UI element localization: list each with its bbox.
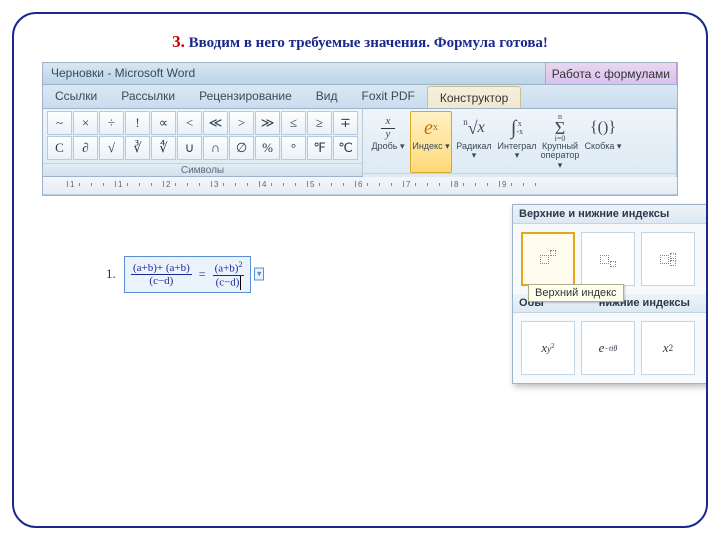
дробь-icon: xy xyxy=(373,114,403,142)
gallery-row: xy2 e−tiθ x2 xyxy=(513,313,706,383)
titlebar: Черновки - Microsoft Word Работа с форму… xyxy=(43,63,677,85)
struct-радикал[interactable]: n√xРадикал ▾ xyxy=(453,111,495,173)
ruler-label: 5 xyxy=(310,180,314,189)
gallery-item-supersub[interactable] xyxy=(641,232,695,286)
struct-скобка[interactable]: {()}Скобка ▾ xyxy=(582,111,624,173)
ribbon-group-label: Символы xyxy=(43,163,362,176)
struct-дробь[interactable]: xyДробь ▾ xyxy=(367,111,409,173)
instruction-number: 3. xyxy=(172,32,185,51)
struct-label: Дробь ▾ xyxy=(372,142,405,151)
struct-label: Скобка ▾ xyxy=(585,142,622,151)
ruler-label: 1 xyxy=(70,180,74,189)
text-cursor xyxy=(240,276,241,290)
symbol-button[interactable]: ÷ xyxy=(99,111,124,135)
symbol-button[interactable]: ∅ xyxy=(229,136,254,160)
ruler-label: 2 xyxy=(166,180,170,189)
ribbon-group-structures: xyДробь ▾exИндекс ▾n√xРадикал ▾∫x-xИнтег… xyxy=(363,109,677,176)
ribbon: ~×÷!∝<≪>≫≤≥∓ C∂√∛∜∪∩∅%°℉℃ Символы xyДробь… xyxy=(43,109,677,177)
индекс-icon: ex xyxy=(416,114,446,142)
интеграл-icon: ∫x-x xyxy=(502,114,532,142)
symbol-button[interactable]: ℉ xyxy=(307,136,332,160)
word-window: Черновки - Microsoft Word Работа с форму… xyxy=(42,62,678,196)
symbol-button[interactable]: ≫ xyxy=(255,111,280,135)
symbol-button[interactable]: ∓ xyxy=(333,111,358,135)
symbol-button[interactable]: ∂ xyxy=(73,136,98,160)
symbol-button[interactable]: C xyxy=(47,136,72,160)
contextual-tab-label: Работа с формулами xyxy=(545,63,677,84)
equation-box[interactable]: (a+b)+ (a+b) (c−d) = (a+b)2 (c−d) xyxy=(124,256,251,293)
symbol-button[interactable]: ! xyxy=(125,111,150,135)
symbol-button[interactable]: ∩ xyxy=(203,136,228,160)
gallery-item-example[interactable]: e−tiθ xyxy=(581,321,635,375)
ruler-label: 3 xyxy=(214,180,218,189)
tab-foxit pdf[interactable]: Foxit PDF xyxy=(350,85,427,108)
крупный оператор-icon: nΣi=0 xyxy=(545,114,575,142)
symbol-button[interactable]: ~ xyxy=(47,111,72,135)
struct-label: Крупный оператор ▾ xyxy=(541,142,580,170)
symbol-button[interactable]: ∝ xyxy=(151,111,176,135)
tab-вид[interactable]: Вид xyxy=(304,85,350,108)
ruler-label: 8 xyxy=(454,180,458,189)
fraction-lhs: (a+b)+ (a+b) (c−d) xyxy=(131,262,192,287)
symbol-button[interactable]: % xyxy=(255,136,280,160)
ruler-label: 1 xyxy=(118,180,122,189)
gallery-item-subscript[interactable] xyxy=(581,232,635,286)
instruction-heading: 3. Вводим в него требуемые значения. Фор… xyxy=(14,14,706,62)
symbol-button[interactable]: ∛ xyxy=(125,136,150,160)
ribbon-tabs: СсылкиРассылкиРецензированиеВидFoxit PDF… xyxy=(43,85,677,109)
ruler[interactable]: 1 1 2 3 4 5 6 7 8 9 xyxy=(43,177,677,195)
struct-label: Индекс ▾ xyxy=(412,142,449,151)
instruction-text: Вводим в него требуемые значения. Формул… xyxy=(189,35,548,51)
ruler-label: 4 xyxy=(262,180,266,189)
tab-рецензирование[interactable]: Рецензирование xyxy=(187,85,304,108)
symbol-button[interactable]: ℃ xyxy=(333,136,358,160)
symbol-button[interactable]: > xyxy=(229,111,254,135)
symbol-button[interactable]: ≥ xyxy=(307,111,332,135)
symbol-button[interactable]: ≪ xyxy=(203,111,228,135)
symbol-button[interactable]: < xyxy=(177,111,202,135)
list-number: 1. xyxy=(106,266,116,282)
struct-label: Радикал ▾ xyxy=(455,142,493,161)
скобка-icon: {()} xyxy=(588,114,618,142)
symbol-button[interactable]: ≤ xyxy=(281,111,306,135)
tab-ссылки[interactable]: Ссылки xyxy=(43,85,109,108)
tab-конструктор[interactable]: Конструктор xyxy=(427,86,521,108)
gallery-item-example[interactable]: x2 xyxy=(641,321,695,375)
tooltip: Верхний индекс xyxy=(528,284,624,302)
gallery-header: Верхние и нижние индексы xyxy=(513,205,706,224)
ruler-label: 6 xyxy=(358,180,362,189)
symbol-grid: ~×÷!∝<≪>≫≤≥∓ C∂√∛∜∪∩∅%°℉℃ xyxy=(47,111,358,163)
struct-label: Интеграл ▾ xyxy=(498,142,537,161)
gallery-item-superscript[interactable] xyxy=(521,232,575,286)
struct-крупный оператор[interactable]: nΣi=0Крупный оператор ▾ xyxy=(539,111,581,173)
symbol-button[interactable]: × xyxy=(73,111,98,135)
ribbon-group-symbols: ~×÷!∝<≪>≫≤≥∓ C∂√∛∜∪∩∅%°℉℃ Символы xyxy=(43,109,363,176)
struct-интеграл[interactable]: ∫x-xИнтеграл ▾ xyxy=(496,111,538,173)
gallery-item-example[interactable]: xy2 xyxy=(521,321,575,375)
tab-рассылки[interactable]: Рассылки xyxy=(109,85,187,108)
радикал-icon: n√x xyxy=(459,114,489,142)
ruler-label: 7 xyxy=(406,180,410,189)
symbol-button[interactable]: ∪ xyxy=(177,136,202,160)
struct-индекс[interactable]: exИндекс ▾ xyxy=(410,111,452,173)
ruler-label: 9 xyxy=(502,180,506,189)
equals-sign: = xyxy=(195,267,210,281)
fraction-rhs: (a+b)2 (c−d) xyxy=(213,260,245,290)
window-title: Черновки - Microsoft Word xyxy=(43,63,203,84)
symbol-button[interactable]: ° xyxy=(281,136,306,160)
symbol-button[interactable]: ∜ xyxy=(151,136,176,160)
symbol-button[interactable]: √ xyxy=(99,136,124,160)
